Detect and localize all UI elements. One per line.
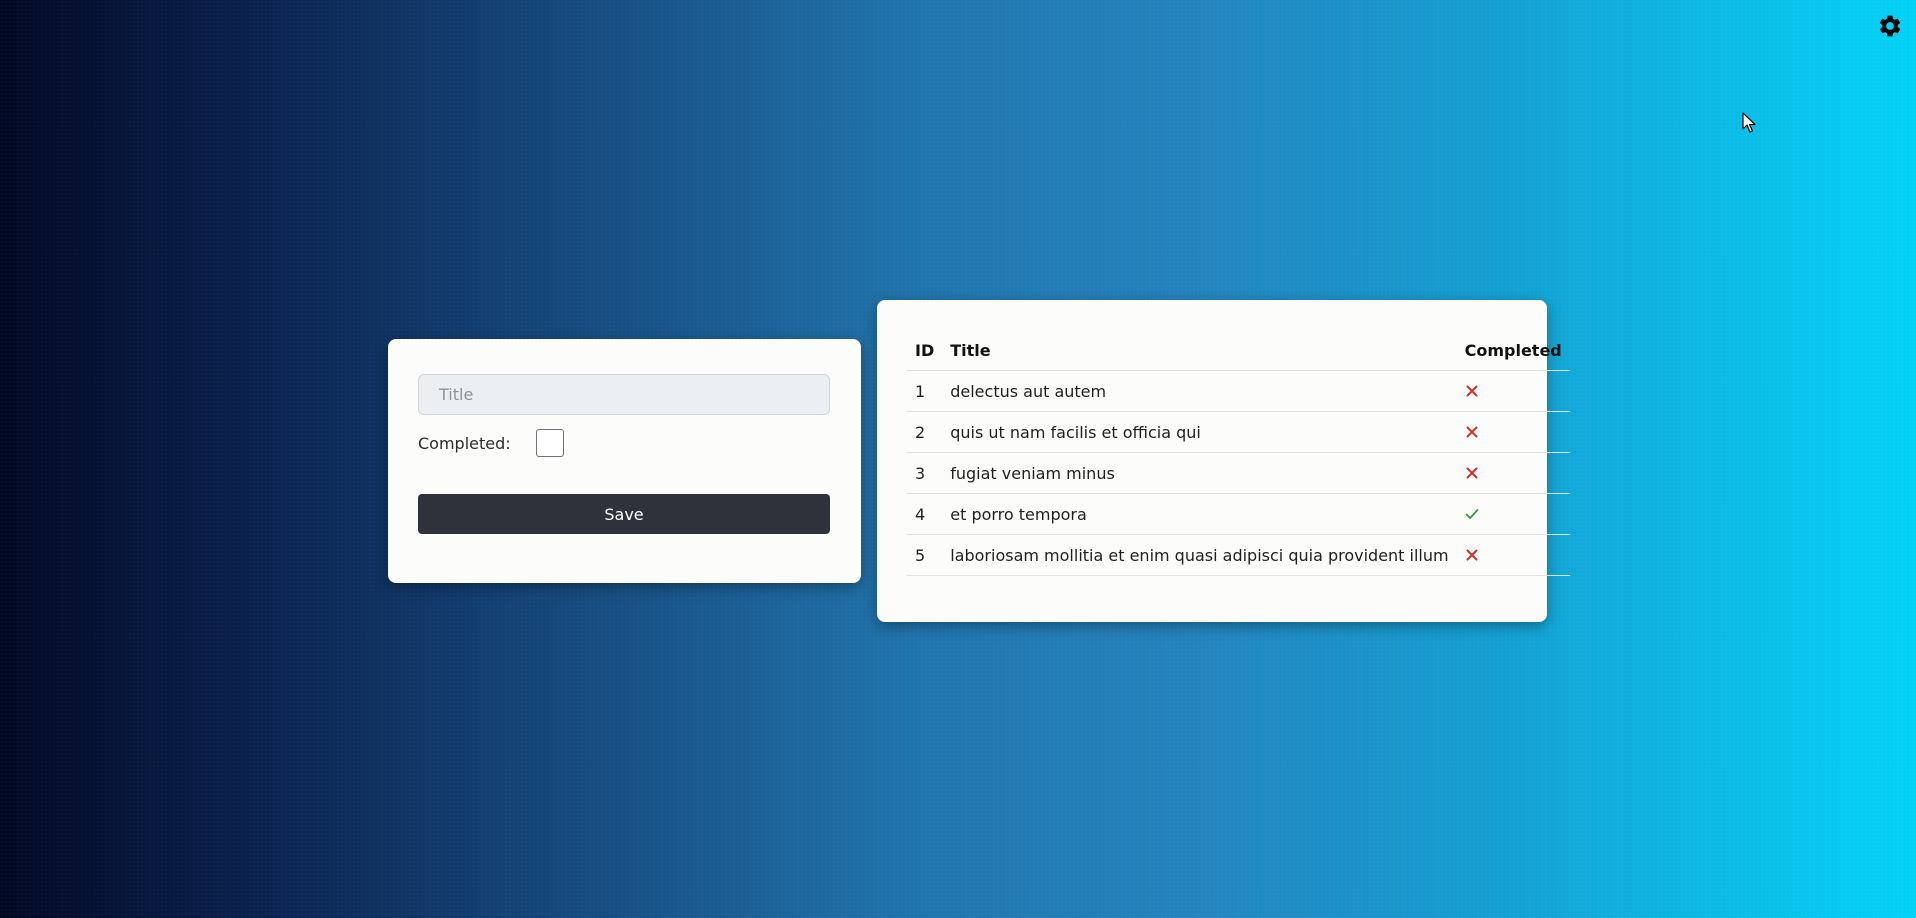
settings-button[interactable] [1876, 14, 1904, 42]
mouse-cursor [1742, 112, 1756, 134]
row-completed [1456, 370, 1570, 412]
header-completed: Completed [1456, 330, 1570, 371]
cross-icon [1465, 466, 1562, 480]
table-header-row: ID Title Completed [907, 330, 1570, 371]
row-title: fugiat veniam minus [942, 452, 1457, 494]
row-title: et porro tempora [942, 493, 1457, 535]
gear-icon [1877, 13, 1903, 43]
row-id: 4 [907, 493, 943, 535]
table-row[interactable]: 4 et porro tempora [907, 493, 1570, 535]
todo-form-card: Completed: Save [388, 339, 861, 583]
table-body: 1 delectus aut autem 2 quis ut nam facilis … [907, 370, 1570, 576]
table-row[interactable]: 1 delectus aut autem [907, 370, 1570, 412]
completed-row: Completed: [418, 428, 831, 458]
completed-checkbox[interactable] [536, 429, 564, 457]
cross-icon [1465, 548, 1562, 562]
row-title: laboriosam mollitia et enim quasi adipis… [942, 534, 1457, 576]
header-title: Title [942, 330, 1457, 371]
row-completed [1456, 411, 1570, 453]
save-button[interactable]: Save [418, 494, 830, 534]
row-id: 2 [907, 411, 943, 453]
todo-table: ID Title Completed 1 delectus aut autem 2 q… [907, 330, 1570, 576]
header-id: ID [907, 330, 943, 371]
check-icon [1465, 507, 1562, 521]
row-title: quis ut nam facilis et officia qui [942, 411, 1457, 453]
table-row[interactable]: 2 quis ut nam facilis et officia qui [907, 411, 1570, 453]
row-id: 5 [907, 534, 943, 576]
row-title: delectus aut autem [942, 370, 1457, 412]
table-row[interactable]: 3 fugiat veniam minus [907, 452, 1570, 494]
todo-table-card: ID Title Completed 1 delectus aut autem 2 q… [877, 300, 1570, 622]
table-row[interactable]: 5 laboriosam mollitia et enim quasi adipi… [907, 534, 1570, 576]
title-input[interactable] [418, 374, 830, 415]
cross-icon [1465, 425, 1562, 439]
cross-icon [1465, 384, 1562, 398]
row-completed [1456, 493, 1570, 535]
row-completed [1456, 452, 1570, 494]
completed-label: Completed: [418, 433, 511, 453]
row-completed [1456, 534, 1570, 576]
row-id: 3 [907, 452, 943, 494]
row-id: 1 [907, 370, 943, 412]
